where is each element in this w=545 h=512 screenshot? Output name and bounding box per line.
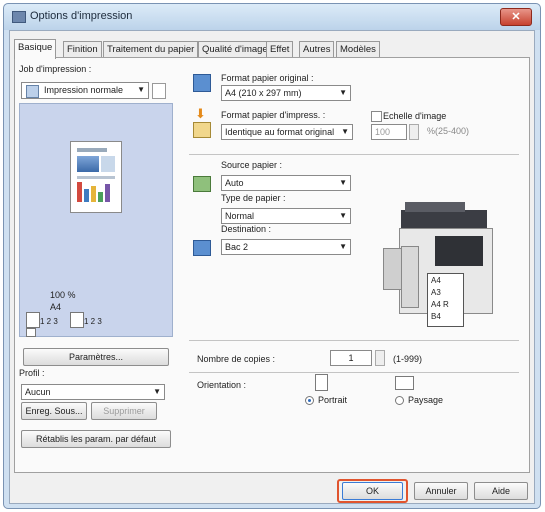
divider [189, 372, 519, 373]
portrait-label: Portrait [318, 395, 348, 405]
print-options-window: Options d'impression ✕ Basique Finition … [3, 3, 541, 509]
parameters-button[interactable]: Paramètres... [23, 348, 169, 366]
chevron-down-icon: ▼ [339, 178, 347, 187]
help-button[interactable]: Aide [474, 482, 528, 500]
preview-zoom-text: 100 % [50, 290, 76, 300]
tray-label-a4: A4 [431, 276, 441, 285]
scale-input[interactable]: 100 [371, 124, 407, 140]
chevron-down-icon: ▼ [137, 85, 145, 94]
window-title: Options d'impression [30, 10, 133, 22]
job-select[interactable]: Impression normale ▼ [21, 82, 149, 99]
portrait-icon [315, 374, 328, 391]
profile-select[interactable]: Aucun ▼ [21, 384, 165, 400]
print-preview: 100 % A4 1 2 3 1 2 3 [19, 103, 173, 337]
original-size-value: A4 (210 x 297 mm) [225, 88, 302, 98]
radio-dot-icon [308, 399, 311, 402]
landscape-label: Paysage [408, 395, 444, 405]
paper-source-label: Source papier : [221, 160, 283, 170]
paper-source-select[interactable]: Auto ▼ [221, 175, 351, 191]
tray-label-a4r: A4 R [431, 300, 449, 309]
paper-size-icon [193, 74, 211, 92]
printer-app-icon [12, 11, 26, 23]
chevron-down-icon: ▼ [339, 88, 347, 97]
title-bar: Options d'impression ✕ [4, 4, 540, 30]
scale-checkbox[interactable] [371, 111, 382, 122]
cancel-button[interactable]: Annuler [414, 482, 468, 500]
ok-button[interactable]: OK [342, 482, 403, 500]
reset-defaults-button[interactable]: Rétablis les param. par défaut [21, 430, 171, 448]
collate-text-2: 1 2 3 [84, 317, 102, 326]
collate-pages-icon [26, 312, 40, 328]
landscape-icon [395, 376, 414, 390]
tray-label-a3: A3 [431, 288, 441, 297]
delete-button[interactable]: Supprimer [91, 402, 157, 420]
copies-input[interactable]: 1 [330, 350, 372, 366]
divider [189, 154, 519, 155]
landscape-radio[interactable] [395, 396, 404, 405]
profile-value: Aucun [25, 387, 51, 397]
tab-effet[interactable]: Effet [266, 41, 294, 58]
print-size-select[interactable]: Identique au format original ▼ [221, 124, 353, 140]
chevron-down-icon: ▼ [153, 387, 161, 396]
chevron-down-icon: ▼ [339, 211, 347, 220]
tray-label-b4: B4 [431, 312, 441, 321]
job-extra-button[interactable] [152, 83, 166, 99]
paper-type-label: Type de papier : [221, 193, 286, 203]
tab-basique[interactable]: Basique [14, 39, 57, 59]
destination-label: Destination : [221, 224, 272, 234]
staple-icon [26, 328, 36, 337]
original-size-label: Format papier original : [221, 73, 314, 83]
preview-size-text: A4 [50, 302, 62, 312]
orientation-label: Orientation : [197, 380, 247, 390]
job-value: Impression normale [44, 85, 124, 95]
printer-paper-icon [193, 122, 211, 138]
dialog-body: Basique Finition Traitement du papier Qu… [9, 30, 535, 504]
document-icon [26, 85, 39, 98]
paper-source-value: Auto [225, 178, 244, 188]
scale-label: Echelle d'image [383, 111, 447, 121]
tab-panel-basique: Job d'impression : Impression normale ▼ [14, 57, 530, 473]
paper-tray-icon [193, 176, 211, 192]
print-size-value: Identique au format original [225, 127, 335, 137]
arrow-down-icon: ⬇ [195, 106, 206, 121]
tab-modeles[interactable]: Modèles [336, 41, 380, 58]
page-preview-icon [70, 141, 122, 213]
job-label: Job d'impression : [19, 64, 92, 74]
collate-text-1: 1 2 3 [40, 317, 58, 326]
scale-spinner[interactable] [409, 124, 419, 140]
copies-range: (1-999) [393, 354, 423, 364]
destination-value: Bac 2 [225, 242, 249, 252]
paper-type-value: Normal [225, 211, 255, 221]
print-size-label: Format papier d'impress. : [221, 110, 326, 120]
profile-label: Profil : [19, 368, 45, 378]
destination-select[interactable]: Bac 2 ▼ [221, 239, 351, 255]
divider [189, 340, 519, 341]
tab-finition[interactable]: Finition [63, 41, 102, 58]
scale-range: %(25-400) [427, 126, 470, 136]
paper-type-select[interactable]: Normal ▼ [221, 208, 351, 224]
collate-pages-icon-2 [70, 312, 84, 328]
output-tray-icon [193, 240, 211, 256]
copies-label: Nombre de copies : [197, 354, 276, 364]
tab-qualite-image[interactable]: Qualité d'image [198, 41, 272, 58]
tab-autres[interactable]: Autres [299, 41, 335, 58]
copies-spinner[interactable] [375, 350, 385, 366]
printer-illustration: A4 A3 A4 R B4 [375, 198, 517, 338]
chevron-down-icon: ▼ [339, 242, 347, 251]
chevron-down-icon: ▼ [341, 127, 349, 136]
tab-traitement-papier[interactable]: Traitement du papier [103, 41, 199, 58]
portrait-radio[interactable] [305, 396, 314, 405]
close-button[interactable]: ✕ [500, 8, 532, 26]
original-size-select[interactable]: A4 (210 x 297 mm) ▼ [221, 85, 351, 101]
save-as-button[interactable]: Enreg. Sous... [21, 402, 87, 420]
